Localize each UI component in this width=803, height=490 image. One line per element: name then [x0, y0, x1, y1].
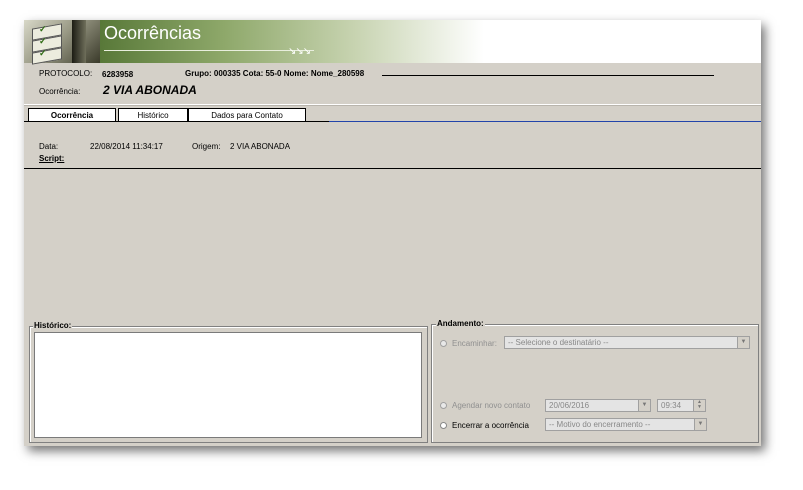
title-underline — [104, 50, 314, 51]
encerrar-label: Encerrar a ocorrência — [452, 421, 529, 430]
encaminhar-label: Encaminhar: — [452, 339, 497, 348]
tab-baseline-accent — [329, 121, 761, 122]
agendar-date-value: 20/06/2016 — [549, 401, 590, 410]
historico-label: Histórico: — [33, 321, 73, 330]
agendar-time-stepper[interactable]: 09:34 ▲ ▼ — [657, 399, 706, 412]
script-divider — [24, 168, 761, 169]
protocolo-value: 6283958 — [102, 70, 134, 79]
origem-label: Origem: — [192, 142, 221, 151]
spinner-icon[interactable]: ▲ ▼ — [693, 400, 705, 411]
destinatario-value: -- Selecione o destinatário -- — [508, 338, 609, 347]
motivo-value: -- Motivo do encerramento -- — [549, 420, 651, 429]
ocorrencias-window: ✓ ✓ ✓ Ocorrências ↘↘↘ PROTOCOLO: 6283958… — [24, 20, 761, 446]
agendar-date-picker[interactable]: 20/06/2016 ▼ — [545, 399, 651, 412]
tab-ocorrencia[interactable]: Ocorrência — [28, 108, 116, 122]
tab-dados-para-contato[interactable]: Dados para Contato — [188, 108, 306, 122]
grupo-cota-nome: Grupo: 000335 Cota: 55-0 Nome: Nome_2805… — [185, 69, 365, 78]
agendar-time-value: 09:34 — [661, 401, 682, 410]
protocolo-label: PROTOCOLO: — [39, 69, 93, 78]
ocorrencia-label: Ocorrência: — [39, 87, 81, 96]
nome-underline — [382, 75, 714, 76]
chevron-down-icon[interactable]: ▼ — [638, 400, 650, 411]
agendar-radio[interactable] — [440, 402, 447, 409]
historico-textarea[interactable] — [34, 332, 422, 438]
andamento-label: Andamento: — [436, 319, 485, 328]
script-label: Script: — [39, 154, 65, 163]
motivo-select[interactable]: -- Motivo do encerramento -- ▼ — [545, 418, 707, 431]
encerrar-radio[interactable] — [440, 422, 447, 429]
destinatario-select[interactable]: -- Selecione o destinatário -- ▼ — [504, 336, 750, 349]
header-banner: ✓ ✓ ✓ Ocorrências ↘↘↘ — [24, 20, 761, 65]
arrows-icon: ↘↘↘ — [288, 46, 311, 57]
tab-historico[interactable]: Histórico — [118, 108, 188, 122]
ocorrencia-value: 2 VIA ABONADA — [103, 83, 197, 97]
encaminhar-radio[interactable] — [440, 340, 447, 347]
chevron-down-icon[interactable]: ▼ — [694, 419, 706, 430]
page-title: Ocorrências — [104, 23, 202, 43]
chevron-down-icon[interactable]: ▼ — [737, 337, 749, 348]
divider-shadow — [24, 105, 761, 106]
agendar-label: Agendar novo contato — [452, 401, 531, 410]
data-value: 22/08/2014 11:34:17 — [90, 142, 163, 151]
checklist-logo-icon: ✓ ✓ ✓ — [24, 20, 100, 65]
origem-value: 2 VIA ABONADA — [230, 142, 291, 151]
data-label: Data: — [39, 142, 59, 151]
